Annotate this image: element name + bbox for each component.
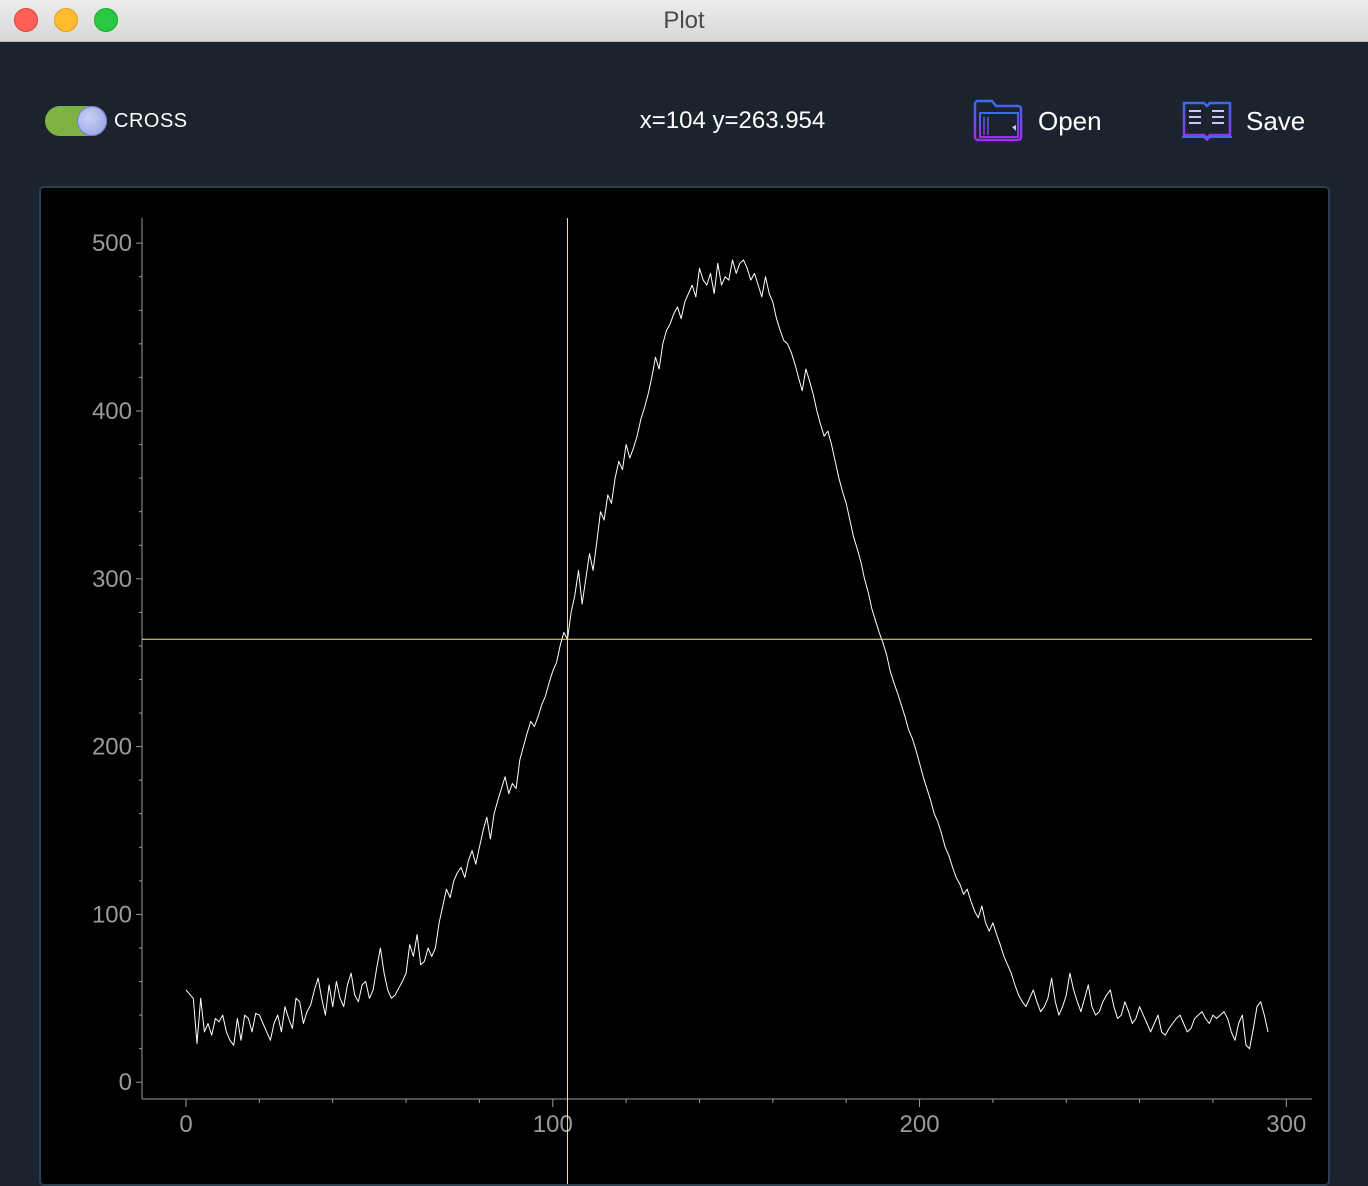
title-bar: Plot (0, 0, 1368, 42)
y-tick-label: 500 (92, 230, 132, 257)
y-tick-label: 0 (119, 1069, 132, 1096)
open-button[interactable]: Open (972, 97, 1112, 143)
y-tick-label: 100 (92, 901, 132, 928)
y-tick-label: 300 (92, 566, 132, 593)
cursor-coordinates: x=104 y=263.954 (639, 107, 826, 134)
cross-toggle-label: CROSS (114, 110, 188, 132)
open-button-label: Open (1038, 106, 1102, 136)
x-tick-label: 200 (900, 1111, 940, 1138)
book-icon (1182, 101, 1232, 142)
cross-toggle[interactable] (45, 106, 107, 136)
x-tick-label: 300 (1266, 1111, 1306, 1138)
folder-icon (973, 99, 1023, 142)
y-tick-label: 400 (92, 398, 132, 425)
line-plot[interactable]: 0 100 200 300 400 500 0 100 200 300 (41, 188, 1328, 1184)
window-title: Plot (663, 7, 705, 34)
series-line (185, 259, 1269, 1050)
toolbar: CROSS x=104 y=263.954 Open Save (0, 41, 1368, 187)
x-tick-label: 0 (179, 1111, 192, 1138)
save-button-label: Save (1246, 106, 1306, 136)
save-button[interactable]: Save (1180, 97, 1310, 143)
plot-area[interactable]: 0 100 200 300 400 500 0 100 200 300 (39, 186, 1330, 1186)
toggle-knob[interactable] (77, 106, 107, 136)
y-tick-label: 200 (92, 734, 132, 761)
x-tick-label: 100 (533, 1111, 573, 1138)
